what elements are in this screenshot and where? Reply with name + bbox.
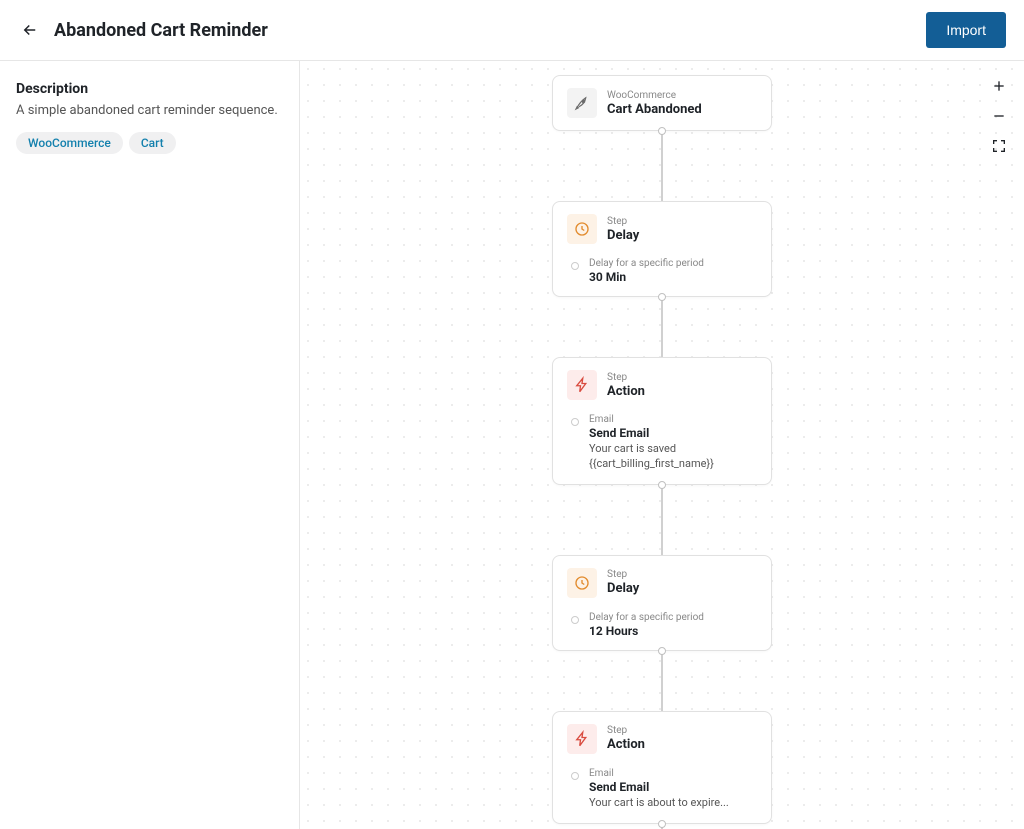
arrow-left-icon (21, 21, 39, 39)
node-title: Action (607, 737, 645, 752)
node-detail: Delay for a specific period 12 Hours (567, 612, 757, 638)
clock-icon (567, 568, 597, 598)
bolt-icon (567, 724, 597, 754)
connector-dot (658, 293, 666, 301)
zoom-in-button[interactable] (986, 73, 1012, 99)
node-header: Step Delay (567, 568, 757, 598)
back-button[interactable] (18, 18, 42, 42)
node-detail: Email Send Email Your cart is saved {{ca… (567, 414, 757, 472)
flow-node-trigger[interactable]: WooCommerce Cart Abandoned (552, 75, 772, 131)
canvas-controls (986, 73, 1012, 159)
description-text: A simple abandoned cart reminder sequenc… (16, 103, 283, 118)
tag-woocommerce[interactable]: WooCommerce (16, 132, 123, 154)
node-detail-label: Delay for a specific period (589, 612, 757, 623)
fullscreen-button[interactable] (986, 133, 1012, 159)
description-heading: Description (16, 81, 283, 97)
node-detail-label: Email (589, 768, 757, 779)
node-title: Action (607, 384, 645, 399)
flow-connector (661, 297, 663, 357)
flow-connector (661, 651, 663, 711)
node-detail-body: Your cart is about to expire... (589, 796, 757, 811)
tag-list: WooCommerce Cart (16, 132, 283, 154)
header-left: Abandoned Cart Reminder (18, 18, 268, 42)
node-header: WooCommerce Cart Abandoned (567, 88, 757, 118)
node-supertitle: Step (607, 216, 639, 227)
flow-connector (661, 485, 663, 555)
node-meta: Step Action (607, 372, 645, 399)
node-title: Delay (607, 228, 639, 243)
clock-icon (567, 214, 597, 244)
page-title: Abandoned Cart Reminder (54, 20, 268, 41)
sidebar: Description A simple abandoned cart remi… (0, 61, 300, 829)
header: Abandoned Cart Reminder Import (0, 0, 1024, 61)
flow-column: WooCommerce Cart Abandoned (552, 75, 772, 829)
zoom-out-button[interactable] (986, 103, 1012, 129)
connector-dot (658, 127, 666, 135)
node-detail: Delay for a specific period 30 Min (567, 258, 757, 284)
flow-connector (661, 131, 663, 201)
flow-node-action[interactable]: Step Action Email Send Email Your cart i… (552, 711, 772, 824)
bolt-icon (567, 370, 597, 400)
node-supertitle: Step (607, 569, 639, 580)
minus-icon (991, 108, 1007, 124)
node-meta: Step Delay (607, 569, 639, 596)
body: Description A simple abandoned cart remi… (0, 61, 1024, 829)
node-title: Cart Abandoned (607, 102, 702, 117)
flow-canvas[interactable]: WooCommerce Cart Abandoned (300, 61, 1024, 829)
node-title: Delay (607, 581, 639, 596)
node-detail-title: Send Email (589, 780, 757, 794)
plus-icon (991, 78, 1007, 94)
node-header: Step Action (567, 370, 757, 400)
flow-node-delay[interactable]: Step Delay Delay for a specific period 1… (552, 555, 772, 651)
import-button[interactable]: Import (926, 12, 1006, 48)
node-meta: WooCommerce Cart Abandoned (607, 90, 702, 117)
node-header: Step Action (567, 724, 757, 754)
node-detail-label: Delay for a specific period (589, 258, 757, 269)
connector-dot (658, 820, 666, 828)
flow-connector (661, 824, 663, 829)
node-supertitle: Step (607, 372, 645, 383)
node-detail-label: Email (589, 414, 757, 425)
flow-node-delay[interactable]: Step Delay Delay for a specific period 3… (552, 201, 772, 297)
node-meta: Step Delay (607, 216, 639, 243)
connector-dot (658, 481, 666, 489)
rocket-icon (567, 88, 597, 118)
flow-node-action[interactable]: Step Action Email Send Email Your cart i… (552, 357, 772, 485)
node-header: Step Delay (567, 214, 757, 244)
node-detail-title: 30 Min (589, 270, 757, 284)
node-detail: Email Send Email Your cart is about to e… (567, 768, 757, 811)
node-detail-title: 12 Hours (589, 624, 757, 638)
tag-cart[interactable]: Cart (129, 132, 176, 154)
node-supertitle: Step (607, 725, 645, 736)
connector-dot (658, 647, 666, 655)
node-detail-body: Your cart is saved {{cart_billing_first_… (589, 442, 757, 472)
node-meta: Step Action (607, 725, 645, 752)
node-supertitle: WooCommerce (607, 90, 702, 101)
node-detail-title: Send Email (589, 426, 757, 440)
fullscreen-icon (991, 138, 1007, 154)
